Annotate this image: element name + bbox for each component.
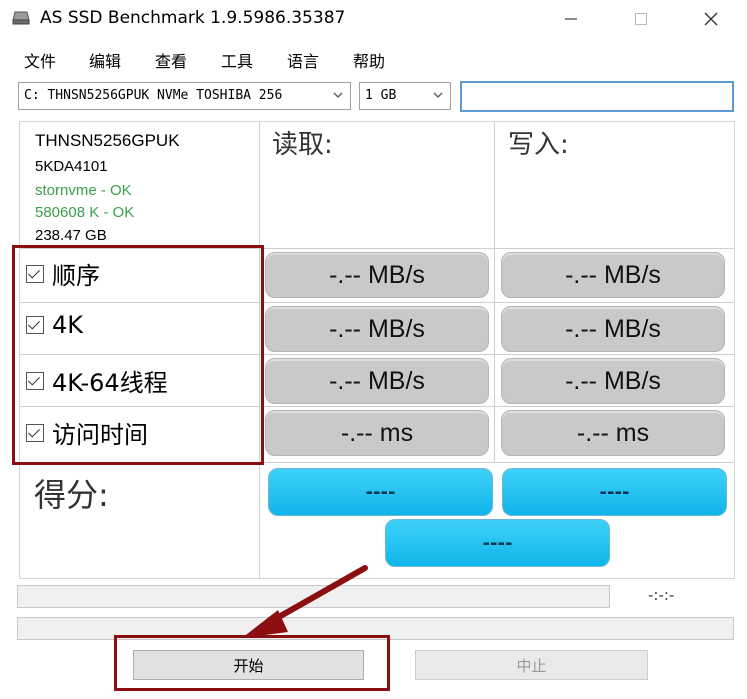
window-title: AS SSD Benchmark 1.9.5986.35387 [40, 8, 346, 28]
chevron-down-icon [333, 92, 343, 98]
sequential-read-result: -.-- MB/s [265, 252, 489, 298]
drive-model: THNSN5256GPUK [35, 131, 180, 150]
write-column-header: 写入: [508, 130, 569, 160]
stop-button[interactable]: 中止 [415, 650, 648, 680]
start-highlight-box [114, 635, 390, 691]
disk-drive-icon [12, 11, 30, 25]
text-input[interactable] [460, 81, 734, 112]
drive-capacity: 238.47 GB [35, 227, 107, 244]
elapsed-timer: -:-:- [648, 586, 675, 604]
drive-select[interactable]: C: THNSN5256GPUK NVMe TOSHIBA 256 [18, 82, 351, 110]
menu-file[interactable]: 文件 [24, 48, 56, 72]
4k64-write-result: -.-- MB/s [501, 358, 725, 404]
tests-highlight-box [12, 245, 264, 465]
score-write: ---- [502, 468, 727, 516]
sequential-write-result: -.-- MB/s [501, 252, 725, 298]
maximize-button[interactable] [618, 4, 664, 34]
score-label: 得分: [34, 476, 109, 514]
close-button[interactable] [688, 4, 734, 34]
maximize-icon [635, 13, 647, 25]
alignment-status: 580608 K - OK [35, 204, 135, 221]
access-time-write-result: -.-- ms [501, 410, 725, 456]
menu-view[interactable]: 查看 [155, 48, 187, 72]
size-select[interactable]: 1 GB [359, 82, 451, 110]
4k-write-result: -.-- MB/s [501, 306, 725, 352]
minimize-icon [565, 18, 577, 20]
score-read: ---- [268, 468, 493, 516]
drive-select-value: C: THNSN5256GPUK NVMe TOSHIBA 256 [24, 88, 283, 103]
access-time-read-result: -.-- ms [265, 410, 489, 456]
menu-help[interactable]: 帮助 [353, 48, 385, 72]
title-bar: AS SSD Benchmark 1.9.5986.35387 [0, 0, 747, 38]
4k-read-result: -.-- MB/s [265, 306, 489, 352]
score-total: ---- [385, 519, 610, 567]
driver-status: stornvme - OK [35, 182, 132, 199]
menu-language[interactable]: 语言 [287, 48, 319, 72]
4k64-read-result: -.-- MB/s [265, 358, 489, 404]
menu-tools[interactable]: 工具 [221, 48, 253, 72]
close-icon [704, 12, 718, 26]
arrow-annotation-icon [242, 565, 368, 638]
menu-bar: 文件 编辑 查看 工具 语言 帮助 [0, 48, 747, 76]
read-column-header: 读取: [272, 130, 333, 160]
grid-divider [494, 121, 495, 463]
menu-edit[interactable]: 编辑 [89, 48, 121, 72]
size-select-value: 1 GB [365, 88, 397, 103]
chevron-down-icon [433, 92, 443, 98]
minimize-button[interactable] [548, 4, 594, 34]
drive-firmware: 5KDA4101 [35, 158, 108, 175]
